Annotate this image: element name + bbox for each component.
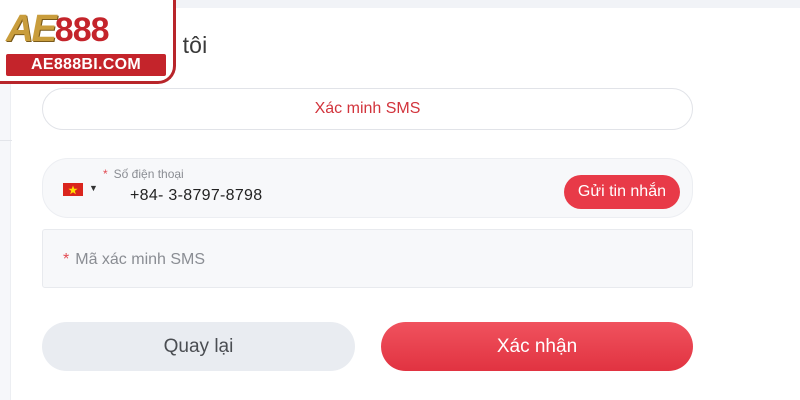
sidebar-divider [0, 140, 12, 141]
phone-field-label: * Số điện thoại [103, 167, 184, 181]
sms-code-placeholder-text: Mã xác minh SMS [75, 251, 206, 268]
phone-label-text: Số điện thoại [113, 167, 184, 181]
required-asterisk: * [103, 167, 108, 181]
brand-logo: AE888 AE888BI.COM [0, 0, 176, 84]
required-asterisk: * [63, 251, 70, 268]
phone-number-value[interactable]: +84- 3-8797-8798 [130, 187, 262, 205]
country-dropdown-caret-icon[interactable]: ▼ [89, 183, 98, 193]
logo-ae-text: AE [6, 8, 57, 50]
sms-code-input[interactable]: * Mã xác minh SMS [42, 229, 693, 288]
sms-verification-tab[interactable]: Xác minh SMS [42, 88, 693, 130]
confirm-button[interactable]: Xác nhận [381, 322, 693, 371]
logo-wordmark: AE888 [6, 8, 110, 51]
logo-url-banner: AE888BI.COM [6, 54, 166, 76]
send-sms-button[interactable]: Gửi tin nhắn [563, 175, 680, 209]
back-button[interactable]: Quay lại [42, 322, 355, 371]
logo-number-text: 888 [54, 11, 110, 49]
sms-code-placeholder: * Mã xác minh SMS [63, 251, 205, 269]
vietnam-flag-icon[interactable] [63, 183, 83, 196]
phone-number-field[interactable]: ▼ * Số điện thoại +84- 3-8797-8798 Gửi ti… [42, 158, 693, 218]
